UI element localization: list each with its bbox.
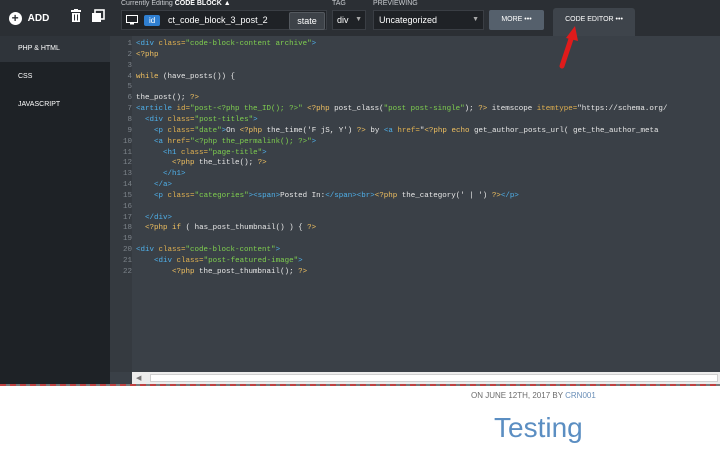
add-button-label: ADD	[27, 12, 50, 24]
chevron-down-icon: ▼	[472, 16, 479, 23]
line-number: 10	[122, 137, 132, 146]
line-number: 14	[122, 181, 132, 190]
line-number: 19	[122, 235, 132, 244]
code-line[interactable]: <div class="post-titles">	[136, 116, 258, 125]
line-number: 8	[127, 115, 132, 124]
editing-type: CODE BLOCK	[174, 0, 222, 7]
tab-code-editor-label: CODE EDITOR	[565, 16, 614, 23]
red-arrow-annotation	[559, 26, 578, 69]
code-line[interactable]: <?php if ( has_post_thumbnail() ) { ?>	[136, 224, 316, 233]
line-number: 20	[122, 246, 132, 255]
divider	[0, 384, 720, 386]
code-area[interactable]: 1 <div class="code-block-content archive"…	[123, 40, 720, 372]
state-button[interactable]: state	[289, 12, 325, 30]
code-line[interactable]: <a href="<?php the_permalink(); ?>">	[136, 138, 316, 147]
post-author-link[interactable]: CRN001	[565, 391, 596, 400]
line-number: 13	[122, 170, 132, 179]
line-number: 7	[127, 105, 132, 114]
previewing-label: PREVIEWING	[373, 0, 418, 7]
post-title[interactable]: Testing	[494, 412, 583, 444]
sidebar-item-javascript[interactable]: JAVASCRIPT	[0, 92, 110, 118]
code-line[interactable]: </a>	[136, 181, 172, 190]
code-line[interactable]: <p class="categories"><span>Posted In:</…	[136, 192, 519, 201]
post-meta: ON JUNE 12TH, 2017 BY CRN001	[471, 391, 596, 400]
sidebar-item-php-html[interactable]: PHP & HTML	[0, 36, 110, 62]
line-number: 2	[127, 50, 132, 59]
id-badge[interactable]: id	[144, 15, 161, 26]
code-line[interactable]: <h1 class="page-title">	[136, 149, 267, 158]
tag-value: div	[337, 15, 349, 25]
top-toolbar: + ADD Currently Editing CODE BLOCK ▲ id …	[0, 0, 720, 36]
tag-label: TAG	[332, 0, 346, 7]
line-number: 4	[127, 72, 132, 81]
code-line[interactable]: <article id="post-<?php the_ID(); ?>" <?…	[136, 105, 667, 114]
code-sidebar: PHP & HTML CSS JAVASCRIPT	[0, 36, 110, 384]
code-line[interactable]: <div class="code-block-content archive">	[136, 40, 316, 49]
ellipsis-icon: •••	[524, 16, 532, 23]
tag-select[interactable]: div ▼	[332, 10, 366, 30]
selector-input[interactable]: ct_code_block_3_post_2	[168, 15, 276, 25]
code-line[interactable]: <?php the_post_thumbnail(); ?>	[136, 268, 307, 277]
code-line[interactable]: while (have_posts()) {	[136, 73, 235, 82]
code-line[interactable]: <?php the_title(); ?>	[136, 159, 267, 168]
line-number: 9	[127, 126, 132, 135]
code-line[interactable]: <div class="code-block-content">	[136, 246, 280, 255]
previewing-value: Uncategorized	[379, 15, 438, 25]
line-number: 16	[122, 202, 132, 211]
line-number: 12	[122, 159, 132, 168]
selector-field[interactable]: id ct_code_block_3_post_2 state	[121, 10, 327, 30]
more-button-label: MORE	[501, 16, 523, 23]
code-line[interactable]: <?php	[136, 51, 159, 60]
line-number: 5	[127, 83, 132, 92]
post-date: ON JUNE 12TH, 2017 BY	[471, 391, 563, 400]
horizontal-scrollbar[interactable]: ◀	[132, 372, 720, 384]
editing-prefix: Currently Editing	[121, 0, 173, 7]
scroll-left-icon[interactable]: ◀	[136, 374, 141, 382]
ellipsis-icon: •••	[615, 16, 623, 23]
more-button[interactable]: MORE •••	[489, 10, 544, 30]
chevron-down-icon: ▼	[355, 16, 362, 23]
line-number: 17	[122, 213, 132, 222]
line-number: 1	[127, 40, 132, 48]
caret-up-icon[interactable]: ▲	[224, 0, 231, 7]
plus-icon: +	[8, 11, 22, 25]
line-number: 21	[122, 257, 132, 265]
code-line[interactable]: <div class="post-featured-image">	[136, 257, 303, 266]
code-editor[interactable]: 1 <div class="code-block-content archive"…	[110, 36, 720, 384]
code-line[interactable]: <p class="date">On <?php the_time('F jS,…	[136, 127, 659, 136]
sidebar-item-css[interactable]: CSS	[0, 64, 110, 90]
line-number: 11	[122, 148, 132, 157]
code-line[interactable]: </div>	[136, 214, 172, 223]
line-number: 3	[127, 61, 132, 70]
line-number: 15	[122, 191, 132, 200]
code-line[interactable]: </h1>	[136, 170, 186, 179]
editing-label: Currently Editing CODE BLOCK ▲	[121, 0, 231, 7]
monitor-icon[interactable]	[126, 15, 138, 25]
trash-icon[interactable]	[69, 9, 83, 23]
line-number: 18	[122, 224, 132, 233]
line-number: 6	[127, 94, 132, 103]
previewing-select[interactable]: Uncategorized ▼	[373, 10, 484, 30]
add-button[interactable]: + ADD	[0, 0, 58, 36]
duplicate-icon[interactable]	[91, 9, 105, 23]
line-number: 22	[122, 267, 132, 276]
code-line[interactable]: the_post(); ?>	[136, 94, 199, 103]
scrollbar-thumb[interactable]	[150, 374, 718, 382]
